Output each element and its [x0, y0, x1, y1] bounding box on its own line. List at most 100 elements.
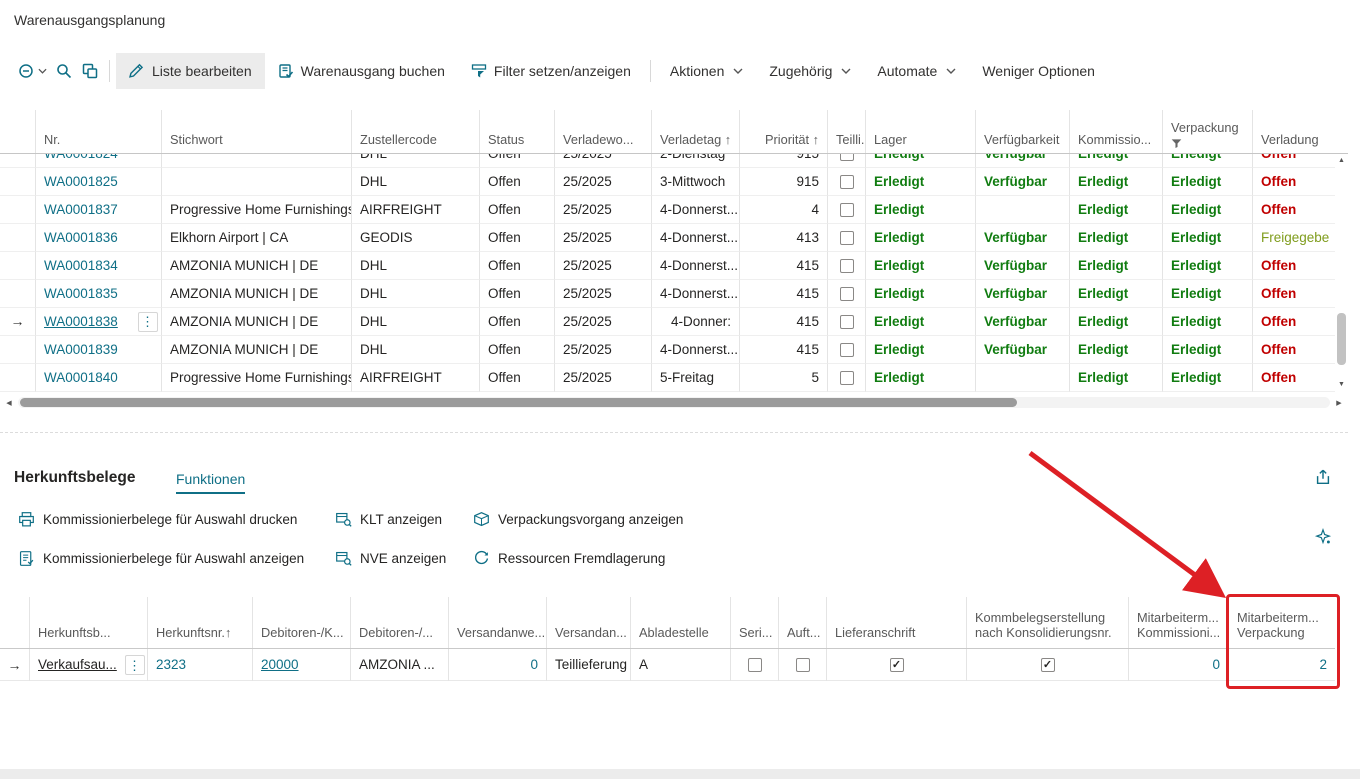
col-verladung[interactable]: Verladung [1253, 110, 1335, 153]
shipment-no-link[interactable]: WA0001839 [44, 342, 118, 357]
lager-status[interactable]: Erledigt [866, 252, 976, 280]
col-prioritaet[interactable]: Priorität ↑ [740, 110, 828, 153]
prioritaet-cell[interactable]: 415 [740, 308, 828, 336]
vertical-scroll-thumb[interactable] [1337, 313, 1346, 365]
verladung-status[interactable]: Freigegebe [1253, 224, 1335, 252]
col-debitoren[interactable]: Debitoren-/... [351, 597, 449, 648]
verladetag-cell[interactable]: 5-Freitag [652, 364, 740, 392]
shipment-no-link[interactable]: WA0001834 [44, 258, 118, 273]
resources-external-storage-action[interactable]: Ressourcen Fremdlagerung [473, 550, 665, 567]
tab-funktionen[interactable]: Funktionen [176, 471, 245, 494]
kommissionierung-status[interactable]: Erledigt [1070, 364, 1163, 392]
row-context-menu-button[interactable]: ⋮ [138, 312, 158, 332]
col-verpackung[interactable]: Verpackung [1163, 110, 1253, 153]
col-verfuegbarkeit[interactable]: Verfügbarkeit [976, 110, 1070, 153]
teillieferung-checkbox[interactable] [840, 343, 854, 357]
edit-list-button[interactable]: Liste bearbeiten [116, 53, 265, 89]
verladetag-cell[interactable]: 4-Donnerst... [652, 280, 740, 308]
verladetag-cell[interactable]: 2-Dienstag [652, 154, 740, 168]
col-auftrag[interactable]: Auft... [779, 597, 827, 648]
scroll-up-arrow[interactable]: ▲ [1338, 157, 1345, 165]
source-doc-type-link[interactable]: Verkaufsau... [38, 657, 117, 672]
sparkle-icon[interactable] [1314, 528, 1332, 551]
col-mitarbeiter-verpackung[interactable]: Mitarbeiterm... Verpackung [1229, 597, 1335, 648]
verladewoche-cell[interactable]: 25/2025 [555, 252, 652, 280]
table-row[interactable]: WA0001834 AMZONIA MUNICH | DE DHL Offen … [0, 252, 1335, 280]
verfuegbarkeit-status[interactable]: Verfügbar [976, 168, 1070, 196]
show-packing-action[interactable]: Verpackungsvorgang anzeigen [473, 511, 683, 528]
zustellercode-cell[interactable]: DHL [352, 168, 480, 196]
verfuegbarkeit-status[interactable] [976, 364, 1070, 392]
col-herkunftsnr[interactable]: Herkunftsnr.↑ [148, 597, 253, 648]
serienr-checkbox[interactable] [748, 658, 762, 672]
actions-menu-button[interactable]: Aktionen [657, 53, 756, 89]
verladewoche-cell[interactable]: 25/2025 [555, 308, 652, 336]
teillieferung-checkbox[interactable] [840, 287, 854, 301]
lager-status[interactable]: Erledigt [866, 336, 976, 364]
zustellercode-cell[interactable]: DHL [352, 154, 480, 168]
search-icon[interactable] [51, 53, 77, 89]
table-row[interactable]: WA0001837 Progressive Home Furnishings .… [0, 196, 1335, 224]
source-no-field[interactable]: 2323 [156, 657, 186, 672]
verpackung-status[interactable]: Erledigt [1163, 252, 1253, 280]
verladewoche-cell[interactable]: 25/2025 [555, 336, 652, 364]
customer-name-cell[interactable]: AMZONIA ... [351, 649, 449, 681]
shipment-no-link[interactable]: WA0001824 [44, 154, 118, 161]
horizontal-scroll-track[interactable] [18, 397, 1330, 408]
col-teillieferung[interactable]: Teilli... [828, 110, 866, 153]
verpackung-status[interactable]: Erledigt [1163, 280, 1253, 308]
verladetag-cell[interactable]: 4-Donner: [652, 308, 740, 336]
verladung-status[interactable]: Offen [1253, 308, 1335, 336]
zustellercode-cell[interactable]: AIRFREIGHT [352, 196, 480, 224]
col-abladestelle[interactable]: Abladestelle [631, 597, 731, 648]
verladewoche-cell[interactable]: 25/2025 [555, 224, 652, 252]
print-pick-docs-action[interactable]: Kommissionierbelege für Auswahl drucken [18, 511, 297, 528]
verpackung-status[interactable]: Erledigt [1163, 154, 1253, 168]
verladewoche-cell[interactable]: 25/2025 [555, 280, 652, 308]
mitarbeiter-verpackung-field[interactable]: 2 [1319, 657, 1327, 672]
zustellercode-cell[interactable]: GEODIS [352, 224, 480, 252]
verladewoche-cell[interactable]: 25/2025 [555, 154, 652, 168]
table-row[interactable]: WA0001824 DHL Offen 25/2025 2-Dienstag 9… [0, 154, 1335, 168]
prioritaet-cell[interactable]: 915 [740, 154, 828, 168]
kommissionierung-status[interactable]: Erledigt [1070, 196, 1163, 224]
zustellercode-cell[interactable]: AIRFREIGHT [352, 364, 480, 392]
teillieferung-checkbox[interactable] [840, 154, 854, 161]
shipment-no-link[interactable]: WA0001836 [44, 230, 118, 245]
lager-status[interactable]: Erledigt [866, 308, 976, 336]
table-row[interactable]: WA0001840 Progressive Home Furnishings .… [0, 364, 1335, 392]
set-filter-button[interactable]: Filter setzen/anzeigen [458, 53, 644, 89]
stichwort-cell[interactable] [162, 154, 352, 168]
stichwort-cell[interactable] [162, 168, 352, 196]
lager-status[interactable]: Erledigt [866, 224, 976, 252]
status-cell[interactable]: Offen [480, 224, 555, 252]
verladung-status[interactable]: Offen [1253, 252, 1335, 280]
verladewoche-cell[interactable]: 25/2025 [555, 196, 652, 224]
show-klt-action[interactable]: KLT anzeigen [335, 511, 442, 528]
verladetag-cell[interactable]: 4-Donnerst... [652, 252, 740, 280]
post-shipment-button[interactable]: Warenausgang buchen [265, 53, 458, 89]
verpackung-status[interactable]: Erledigt [1163, 168, 1253, 196]
col-serienr[interactable]: Seri... [731, 597, 779, 648]
status-cell[interactable]: Offen [480, 252, 555, 280]
row-context-menu-button[interactable]: ⋮ [125, 655, 145, 675]
automate-menu-button[interactable]: Automate [864, 53, 969, 89]
verpackung-status[interactable]: Erledigt [1163, 196, 1253, 224]
teillieferung-checkbox[interactable] [840, 315, 854, 329]
show-pick-docs-action[interactable]: Kommissionierbelege für Auswahl anzeigen [18, 550, 304, 567]
verladung-status[interactable]: Offen [1253, 364, 1335, 392]
scroll-left-arrow[interactable]: ◀ [0, 399, 18, 407]
share-icon[interactable] [1314, 468, 1332, 491]
horizontal-scrollbar[interactable]: ◀ ▶ [0, 396, 1348, 409]
kommissionierung-status[interactable]: Erledigt [1070, 336, 1163, 364]
teillieferung-checkbox[interactable] [840, 203, 854, 217]
kommissionierung-status[interactable]: Erledigt [1070, 224, 1163, 252]
status-cell[interactable]: Offen [480, 336, 555, 364]
verladewoche-cell[interactable]: 25/2025 [555, 168, 652, 196]
source-table-row-selected[interactable]: → Verkaufsau... ⋮ 2323 20000 AMZONIA ...… [0, 649, 1335, 681]
fewer-options-button[interactable]: Weniger Optionen [969, 53, 1108, 89]
vertical-scroll-track[interactable] [1335, 165, 1348, 381]
lager-status[interactable]: Erledigt [866, 364, 976, 392]
show-nve-action[interactable]: NVE anzeigen [335, 550, 446, 567]
lager-status[interactable]: Erledigt [866, 196, 976, 224]
